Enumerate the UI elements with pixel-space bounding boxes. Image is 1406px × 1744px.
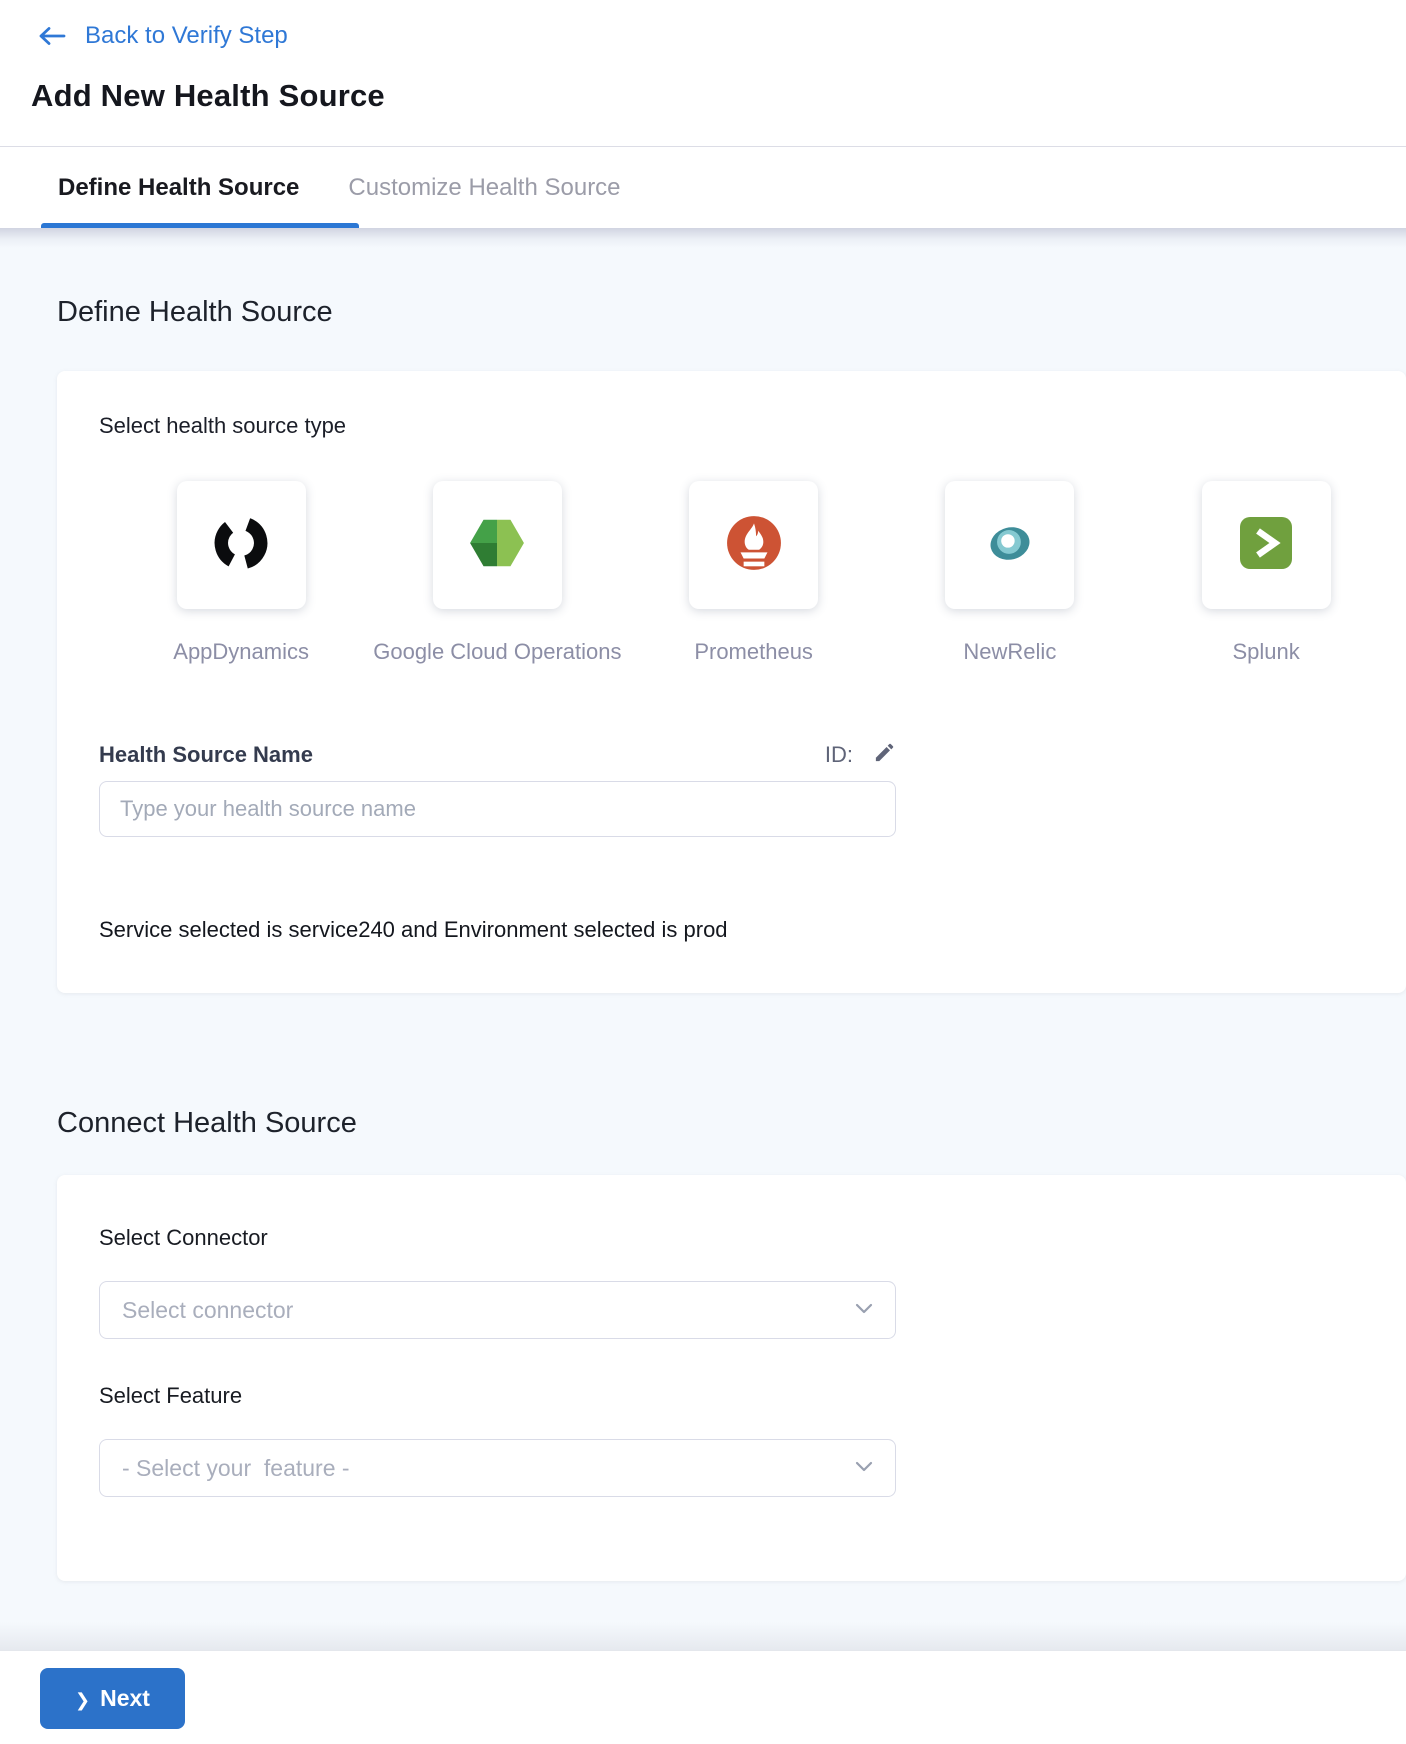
appdynamics-tile[interactable] xyxy=(177,481,306,609)
splunk-icon xyxy=(1238,515,1294,576)
connector-select-value: Select connector xyxy=(122,1297,293,1324)
feature-select[interactable]: - Select your feature - xyxy=(99,1439,896,1497)
newrelic-tile[interactable] xyxy=(945,481,1074,609)
pencil-icon xyxy=(873,741,896,769)
id-label: ID: xyxy=(825,742,853,768)
edit-id-button[interactable] xyxy=(873,741,896,769)
google-cloud-operations-icon xyxy=(468,514,526,577)
page-footer: ❯ Next xyxy=(0,1650,1406,1744)
prometheus-tile[interactable] xyxy=(689,481,818,609)
back-to-verify-step-link[interactable]: Back to Verify Step xyxy=(37,22,288,50)
source-type-prometheus: Prometheus xyxy=(626,481,882,665)
source-type-appdynamics: AppDynamics xyxy=(113,481,369,665)
next-button-label: Next xyxy=(100,1685,150,1712)
page-title: Add New Health Source xyxy=(31,78,385,114)
chevron-down-icon xyxy=(855,1301,873,1319)
source-type-label: Google Cloud Operations xyxy=(373,639,621,665)
select-connector-label: Select Connector xyxy=(99,1225,1364,1251)
tab-define-health-source[interactable]: Define Health Source xyxy=(58,174,299,202)
source-type-label: Prometheus xyxy=(694,639,813,665)
source-type-row: AppDynamics Google Cloud Operations xyxy=(113,481,1394,665)
health-source-name-row: Health Source Name ID: xyxy=(99,741,896,769)
newrelic-icon xyxy=(981,514,1039,577)
connect-health-source-card: Select Connector Select connector Select… xyxy=(57,1175,1406,1581)
chevron-right-icon: ❯ xyxy=(75,1691,90,1709)
chevron-down-icon xyxy=(855,1459,873,1477)
health-source-name-input[interactable] xyxy=(99,781,896,837)
page-header: Back to Verify Step Add New Health Sourc… xyxy=(0,0,1406,147)
prometheus-icon xyxy=(725,514,783,577)
health-source-name-label: Health Source Name xyxy=(99,742,313,768)
add-health-source-page: Back to Verify Step Add New Health Sourc… xyxy=(0,0,1406,1744)
connector-select[interactable]: Select connector xyxy=(99,1281,896,1339)
source-type-label: NewRelic xyxy=(963,639,1056,665)
main-content: Define Health Source Select health sourc… xyxy=(0,248,1406,1581)
footer-shadow xyxy=(0,1622,1406,1650)
google-cloud-operations-tile[interactable] xyxy=(433,481,562,609)
tab-bar: Define Health Source Customize Health So… xyxy=(0,147,1406,228)
source-type-splunk: Splunk xyxy=(1138,481,1394,665)
id-area: ID: xyxy=(825,741,896,769)
appdynamics-icon xyxy=(212,514,270,577)
define-health-source-card: Select health source type AppDynamics xyxy=(57,371,1406,993)
next-button[interactable]: ❯ Next xyxy=(40,1668,185,1729)
splunk-tile[interactable] xyxy=(1202,481,1331,609)
define-section-heading: Define Health Source xyxy=(57,248,1406,329)
back-arrow-icon xyxy=(37,25,67,47)
select-type-label: Select health source type xyxy=(99,413,1364,439)
source-type-newrelic: NewRelic xyxy=(882,481,1138,665)
select-feature-label: Select Feature xyxy=(99,1383,1364,1409)
connect-section-heading: Connect Health Source xyxy=(57,1107,1406,1140)
tab-bar-shadow xyxy=(0,228,1406,248)
service-environment-text: Service selected is service240 and Envir… xyxy=(99,917,1364,943)
back-link-label: Back to Verify Step xyxy=(85,22,288,50)
source-type-label: Splunk xyxy=(1232,639,1299,665)
tab-customize-health-source[interactable]: Customize Health Source xyxy=(348,174,620,202)
source-type-google-cloud-operations: Google Cloud Operations xyxy=(369,481,625,665)
feature-select-value: - Select your feature - xyxy=(122,1455,350,1482)
source-type-label: AppDynamics xyxy=(173,639,309,665)
